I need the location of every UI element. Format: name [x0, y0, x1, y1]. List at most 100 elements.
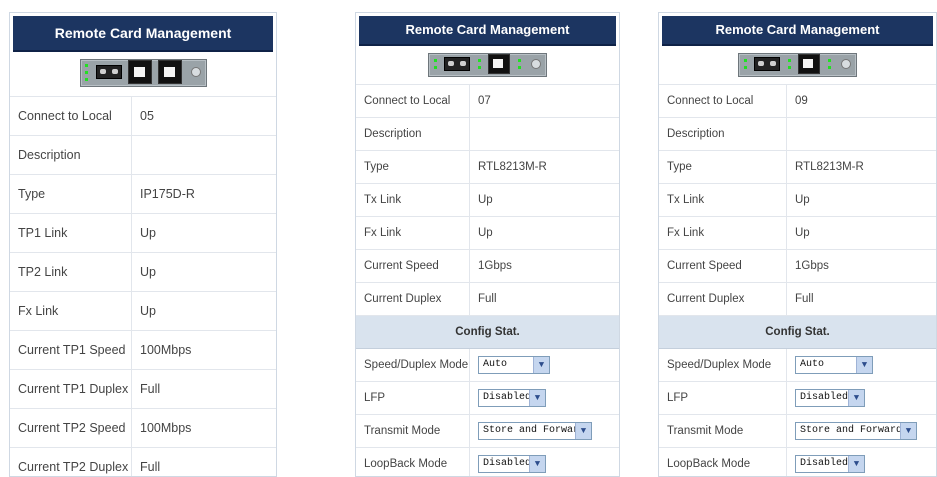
row-value-cell: Disabled ▼: [786, 447, 936, 476]
row-value: Up: [131, 252, 276, 292]
row-label: Current Speed: [356, 249, 470, 283]
row-value: Full: [786, 282, 936, 316]
row-value-cell: Auto ▼: [786, 348, 936, 382]
table-row: Transmit Mode Store and Forward ▼: [659, 414, 936, 448]
chevron-down-icon[interactable]: ▼: [533, 357, 549, 373]
link-led-icon: [477, 57, 481, 71]
table-row: Tx Link Up: [659, 183, 936, 217]
row-label: Description: [356, 117, 470, 151]
row-value: IP175D-R: [131, 174, 276, 214]
table-row: Type IP175D-R: [10, 174, 276, 214]
row-label: Current TP2 Duplex: [10, 447, 132, 476]
row-value-cell: Auto ▼: [469, 348, 619, 382]
speed-duplex-select[interactable]: Auto ▼: [795, 356, 873, 374]
fiber-port-icon: [444, 57, 470, 71]
card-image-row: [659, 46, 936, 85]
chevron-down-icon[interactable]: ▼: [529, 456, 545, 472]
table-row: Fx Link Up: [356, 216, 619, 250]
select-value: Disabled: [800, 458, 849, 469]
chevron-down-icon[interactable]: ▼: [529, 390, 545, 406]
row-label: Transmit Mode: [356, 414, 470, 448]
panel-title: Remote Card Management: [662, 16, 933, 46]
card-image-row: [10, 52, 276, 97]
row-label: Type: [356, 150, 470, 184]
select-value: Auto: [800, 359, 825, 370]
table-row: Transmit Mode Store and Forward ▼: [356, 414, 619, 448]
link-led-icon: [433, 57, 437, 71]
row-value: Up: [469, 183, 619, 217]
table-row: Current TP1 Speed 100Mbps: [10, 330, 276, 370]
row-value: 05: [131, 97, 276, 136]
loopback-mode-select[interactable]: Disabled ▼: [478, 455, 546, 473]
row-label: Type: [659, 150, 787, 184]
table-row: Current Speed 1Gbps: [659, 249, 936, 283]
chevron-down-icon[interactable]: ▼: [856, 357, 872, 373]
table-row: Description: [659, 117, 936, 151]
row-label: Type: [10, 174, 132, 214]
link-led-icon: [787, 57, 791, 71]
chevron-down-icon[interactable]: ▼: [848, 456, 864, 472]
row-value: RTL8213M-R: [786, 150, 936, 184]
chevron-down-icon[interactable]: ▼: [848, 390, 864, 406]
row-label: LFP: [659, 381, 787, 415]
rj45-port-icon: [157, 60, 182, 84]
lfp-select[interactable]: Disabled ▼: [478, 389, 546, 407]
row-label: Speed/Duplex Mode: [659, 348, 787, 382]
select-value: Auto: [483, 359, 508, 370]
loopback-mode-select[interactable]: Disabled ▼: [795, 455, 865, 473]
table-row: LoopBack Mode Disabled ▼: [356, 447, 619, 476]
config-stat-header: Config Stat.: [356, 315, 619, 349]
remote-card-panel-3: Remote Card Management Connect to Local 0…: [658, 12, 937, 477]
rj45-port-icon: [798, 54, 820, 74]
select-value: Disabled: [800, 392, 849, 403]
table-row: LFP Disabled ▼: [659, 381, 936, 415]
row-label: Transmit Mode: [659, 414, 787, 448]
remote-card-panel-2: Remote Card Management Connect to Local 0…: [355, 12, 620, 477]
row-label: Description: [659, 117, 787, 151]
row-label: Connect to Local: [356, 85, 470, 118]
row-label: Fx Link: [10, 291, 132, 331]
table-row: Current Duplex Full: [356, 282, 619, 316]
table-row: Current TP2 Speed 100Mbps: [10, 408, 276, 448]
media-converter-card-icon: [428, 53, 547, 77]
link-led-icon: [827, 57, 831, 71]
section-row: Config Stat.: [356, 315, 619, 349]
table-row: Current Duplex Full: [659, 282, 936, 316]
row-label: Current Speed: [659, 249, 787, 283]
transmit-mode-select[interactable]: Store and Forward ▼: [795, 422, 917, 440]
media-converter-card-icon: [738, 53, 857, 77]
row-label: Description: [10, 135, 132, 175]
row-value-cell: Disabled ▼: [786, 381, 936, 415]
row-value: Full: [131, 447, 276, 476]
select-value: Disabled: [483, 392, 532, 403]
row-label: Connect to Local: [659, 85, 787, 118]
chevron-down-icon[interactable]: ▼: [575, 423, 591, 439]
transmit-mode-select[interactable]: Store and Forward ▼: [478, 422, 592, 440]
table-row: Current Speed 1Gbps: [356, 249, 619, 283]
table-row: Connect to Local 07: [356, 85, 619, 118]
card-image-row: [356, 46, 619, 85]
row-label: LoopBack Mode: [659, 447, 787, 476]
row-value: [131, 135, 276, 175]
lfp-select[interactable]: Disabled ▼: [795, 389, 865, 407]
row-label: LoopBack Mode: [356, 447, 470, 476]
select-value: Store and Forward: [800, 425, 903, 436]
row-value-cell: Disabled ▼: [469, 381, 619, 415]
speed-duplex-select[interactable]: Auto ▼: [478, 356, 550, 374]
row-value: 07: [469, 85, 619, 118]
chevron-down-icon[interactable]: ▼: [900, 423, 916, 439]
link-led-icon: [743, 57, 747, 71]
status-table: Connect to Local 07 Description Type RTL82…: [356, 85, 619, 476]
row-label: Current Duplex: [659, 282, 787, 316]
remote-card-panel-1: Remote Card Management Connect to Local 0…: [9, 12, 277, 477]
screw-icon: [190, 67, 201, 77]
row-label: Tx Link: [356, 183, 470, 217]
row-value: Up: [131, 213, 276, 253]
row-label: LFP: [356, 381, 470, 415]
row-label: TP1 Link: [10, 213, 132, 253]
row-value: Up: [786, 183, 936, 217]
row-label: Current TP1 Speed: [10, 330, 132, 370]
link-led-icon: [517, 57, 521, 71]
table-row: Current TP1 Duplex Full: [10, 369, 276, 409]
fiber-port-icon: [754, 57, 780, 71]
